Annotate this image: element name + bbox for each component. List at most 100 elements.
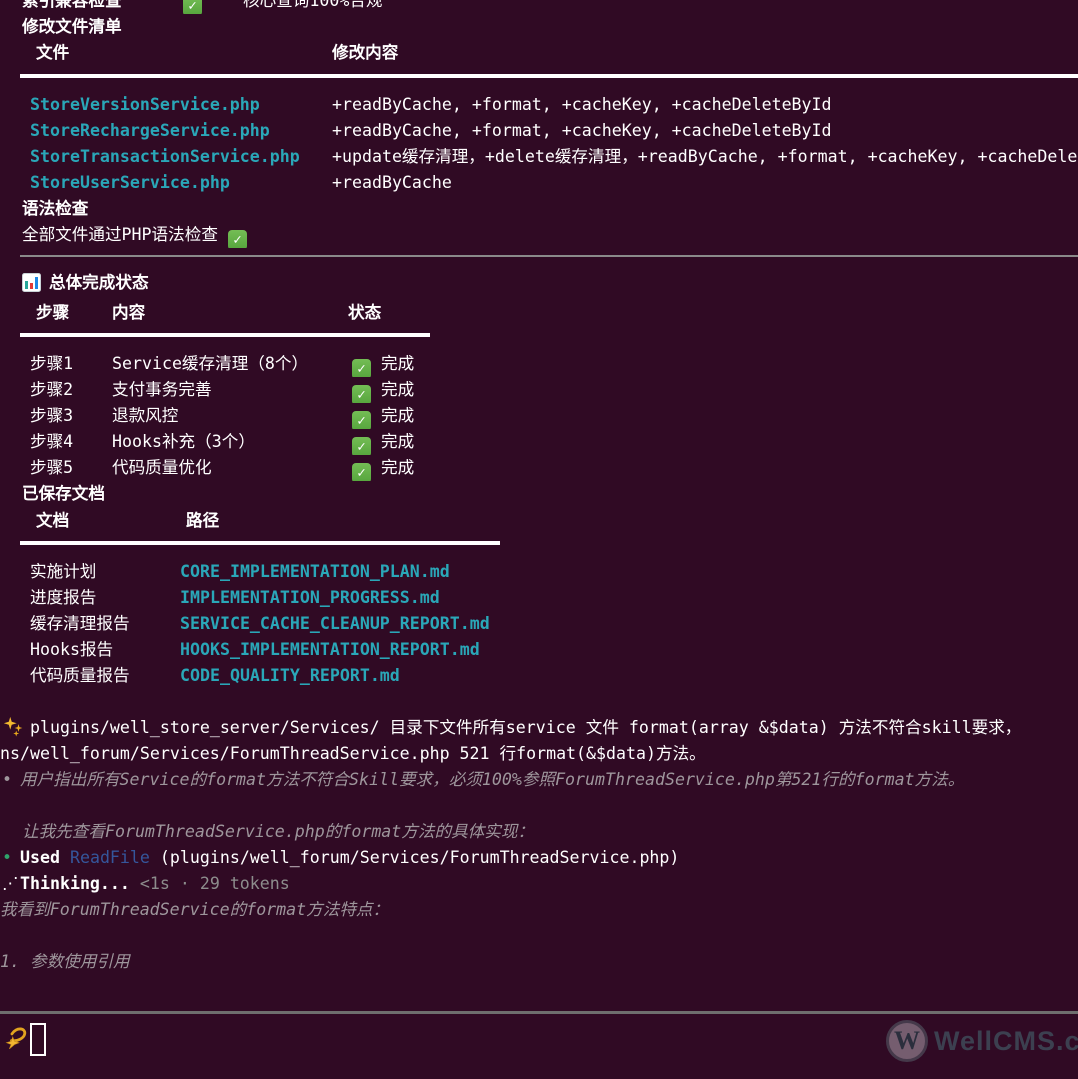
section-title-syntax-check: 语法检查 [0,196,1078,222]
table-row: 步骤2 支付事务完善 ✓完成 [0,377,1078,403]
sparkles-icon [2,715,24,737]
table-row: 进度报告 IMPLEMENTATION_PROGRESS.md [0,585,1078,611]
terminal-cursor[interactable] [30,1023,46,1056]
step-status: ✓完成 [352,403,414,429]
syntax-check-result: 全部文件通过PHP语法检查✓ [0,222,1078,248]
user-message-line-2: ns/well_forum/Services/ForumThreadServic… [0,741,1078,767]
step-label: 步骤3 [30,403,73,429]
doc-label: 缓存清理报告 [30,611,130,637]
wellcms-brand-text: WellCMS.cn [934,1026,1078,1057]
step-content: 退款风控 [112,403,178,429]
table-header: 步骤 内容 状态 [0,300,1078,326]
assistant-note: •用户指出所有Service的format方法不符合Skill要求，必须100%… [0,767,1078,793]
dizzy-icon [2,1025,28,1055]
step-content: Hooks补充（3个） [112,429,255,455]
doc-path: HOOKS_IMPLEMENTATION_REPORT.md [180,637,480,663]
terminal-window: 索引兼容检查✓核心查询100%合规 修改文件清单 文件修改内容 StoreVer… [0,0,1078,1079]
doc-label: 实施计划 [30,559,96,585]
check-item-label: 索引兼容检查 [22,0,122,14]
step-content: Service缓存清理（8个） [112,351,308,377]
check-icon: ✓ [352,463,371,481]
col-header-step: 步骤 [36,300,69,326]
wellcms-logo-badge: W [886,1020,928,1062]
col-header-content: 内容 [112,300,145,326]
step-status: ✓完成 [352,429,414,455]
thinking-label: Thinking... [20,874,130,893]
col-header-status: 状态 [348,300,381,326]
file-name: StoreUserService.php [30,170,230,196]
thinking-meta: <1s · 29 tokens [140,874,290,893]
table-row: 步骤5 代码质量优化 ✓完成 [0,455,1078,481]
step-status: ✓完成 [352,377,414,403]
table-row: 步骤1 Service缓存清理（8个） ✓完成 [0,351,1078,377]
thinking-line: ⋰Thinking... <1s · 29 tokens [0,871,1078,897]
tool-action: Used [20,848,60,867]
table-header: 文档 路径 [0,508,1078,534]
file-changes: +readByCache [332,170,452,196]
file-name: StoreTransactionService.php [30,144,300,170]
table-row: StoreUserService.php +readByCache [0,170,1078,196]
step-label: 步骤2 [30,377,73,403]
table-row: StoreTransactionService.php +update缓存清理，+… [0,144,1078,170]
table-row: 步骤4 Hooks补充（3个） ✓完成 [0,429,1078,455]
divider [20,74,1078,78]
table-row: 缓存清理报告 SERVICE_CACHE_CLEANUP_REPORT.md [0,611,1078,637]
check-icon: ✓ [352,411,371,429]
check-item-note: 核心查询100%合规 [243,0,383,14]
col-header-path: 路径 [186,508,219,534]
section-title-modified-files: 修改文件清单 [0,14,1078,40]
file-name: StoreVersionService.php [30,92,260,118]
file-changes: +readByCache, +format, +cacheKey, +cache… [332,92,832,118]
user-message-line-1: plugins/well_store_server/Services/ 目录下文… [0,715,1078,741]
check-icon: ✓ [352,437,371,455]
col-header-file: 文件 [36,40,69,66]
doc-label: Hooks报告 [30,637,113,663]
table-row: 实施计划 CORE_IMPLEMENTATION_PLAN.md [0,559,1078,585]
section-title-overall-status: 总体完成状态 [0,270,1078,296]
assistant-note: 让我先查看ForumThreadService.php的format方法的具体实… [0,819,1078,845]
doc-label: 进度报告 [30,585,96,611]
assistant-note: 我看到ForumThreadService的format方法特点： [0,897,1078,923]
step-status: ✓完成 [352,351,414,377]
bar-chart-icon [22,273,41,292]
file-changes: +readByCache, +format, +cacheKey, +cache… [332,118,832,144]
col-header-changes: 修改内容 [332,40,398,66]
assistant-note: 1. 参数使用引用 [0,949,1078,975]
table-row: 步骤3 退款风控 ✓完成 [0,403,1078,429]
thinking-icon: ⋰ [2,871,19,897]
step-content: 支付事务完善 [112,377,212,403]
tool-args: (plugins/well_forum/Services/ForumThread… [160,848,680,867]
table-header: 文件 修改内容 [0,40,1078,66]
tool-name: ReadFile [70,848,150,867]
bullet-icon: • [2,767,12,793]
step-label: 步骤5 [30,455,73,481]
doc-label: 代码质量报告 [30,663,130,689]
overall-status-title: 总体完成状态 [49,273,149,292]
check-icon: ✓ [228,230,247,248]
step-label: 步骤1 [30,351,73,377]
col-header-doc: 文档 [36,508,69,534]
divider [0,1011,1078,1014]
tool-use-line: • Used ReadFile (plugins/well_forum/Servi… [0,845,1078,871]
step-label: 步骤4 [30,429,73,455]
doc-path: IMPLEMENTATION_PROGRESS.md [180,585,440,611]
file-name: StoreRechargeService.php [30,118,270,144]
bullet-icon: • [2,845,12,871]
table-row: StoreVersionService.php +readByCache, +fo… [0,92,1078,118]
step-content: 代码质量优化 [112,455,212,481]
section-title-saved-docs: 已保存文档 [0,481,1078,507]
divider [20,333,430,337]
doc-path: SERVICE_CACHE_CLEANUP_REPORT.md [180,611,490,637]
check-icon: ✓ [352,385,371,403]
doc-path: CORE_IMPLEMENTATION_PLAN.md [180,559,450,585]
wellcms-logo: W WellCMS.cn [886,1018,1078,1064]
check-icon: ✓ [352,359,371,377]
step-status: ✓完成 [352,455,414,481]
divider [20,541,500,545]
table-row: 代码质量报告 CODE_QUALITY_REPORT.md [0,663,1078,689]
table-row: 索引兼容检查✓核心查询100%合规 [0,0,1078,14]
doc-path: CODE_QUALITY_REPORT.md [180,663,400,689]
table-row: Hooks报告 HOOKS_IMPLEMENTATION_REPORT.md [0,637,1078,663]
divider [20,255,1078,257]
file-changes: +update缓存清理，+delete缓存清理，+readByCache, +f… [332,144,1078,170]
